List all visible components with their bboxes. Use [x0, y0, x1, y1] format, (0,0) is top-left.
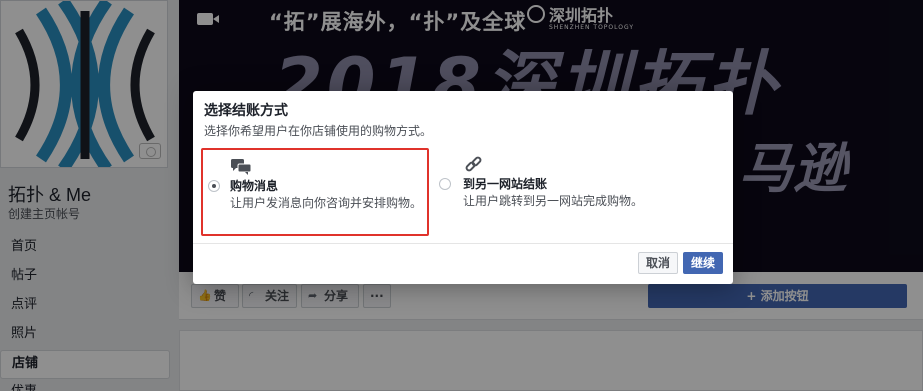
- option-messaging[interactable]: 购物消息 让用户发消息向你咨询并安排购物。: [201, 148, 429, 236]
- dialog-title: 选择结账方式: [204, 103, 288, 119]
- chat-icon: [231, 159, 252, 175]
- option-messaging-label: 购物消息: [230, 179, 279, 193]
- radio-messaging[interactable]: [208, 180, 220, 192]
- radio-website[interactable]: [439, 178, 451, 190]
- option-website[interactable]: 到另一网站结账 让用户跳转到另一网站完成购物。: [433, 148, 661, 236]
- option-website-desc: 让用户跳转到另一网站完成购物。: [463, 194, 644, 208]
- checkout-method-dialog: 选择结账方式 选择你希望用户在你店铺使用的购物方式。 购物消息 让用户发消息向你…: [193, 91, 733, 284]
- link-icon: [465, 156, 482, 172]
- option-website-label: 到另一网站结账: [463, 177, 548, 191]
- dialog-subtitle: 选择你希望用户在你店铺使用的购物方式。: [204, 124, 433, 138]
- continue-button[interactable]: 继续: [683, 252, 723, 274]
- option-messaging-desc: 让用户发消息向你咨询并安排购物。: [230, 196, 423, 210]
- cancel-button[interactable]: 取消: [638, 252, 678, 274]
- dialog-divider: [193, 243, 733, 244]
